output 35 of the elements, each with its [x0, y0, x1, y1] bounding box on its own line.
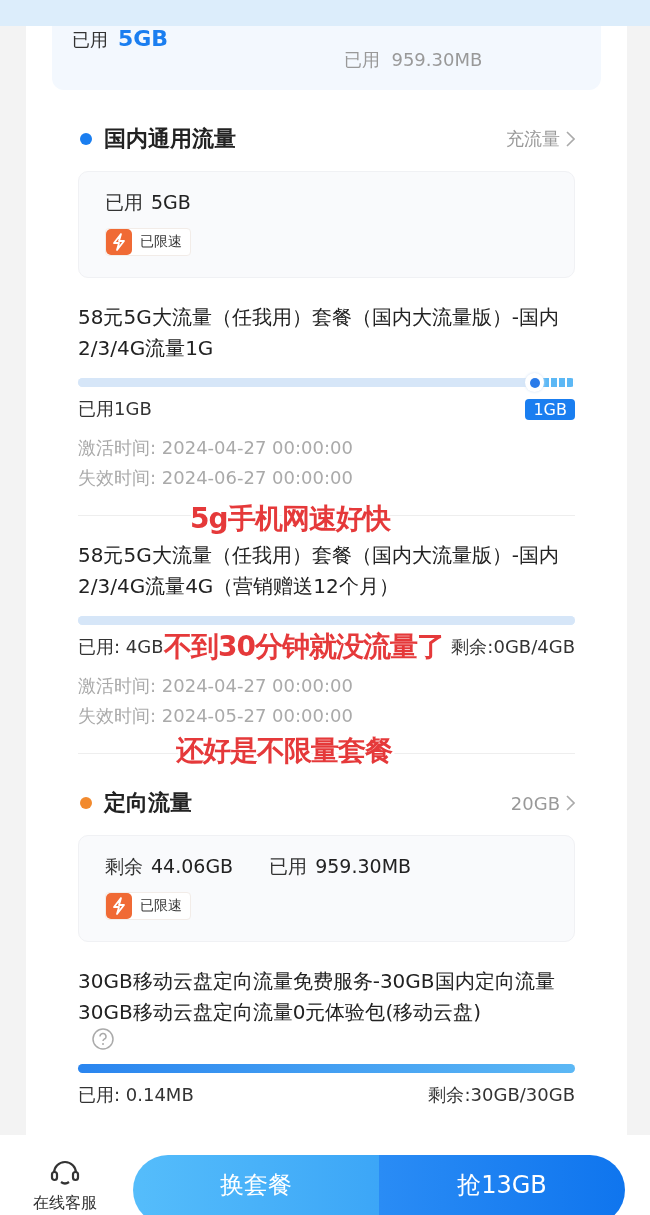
throttled-badge: 已限速 — [105, 892, 191, 920]
plan-name: 58元5G大流量（任我用）套餐（国内大流量版）-国内2/3/4G流量1G — [78, 304, 560, 362]
activation-time: 激活时间: 2024-04-27 00:00:00 — [78, 436, 354, 460]
usage-text: 已用 959.30MB — [269, 854, 412, 879]
used-text: 已用1GB — [78, 397, 152, 421]
section-title: 定向流量 — [104, 789, 193, 817]
usage-text: 剩余 44.06GB — [105, 854, 234, 879]
overlay-caption: 5g手机网速好快 — [190, 505, 390, 533]
customer-service-label[interactable]: 在线客服 — [32, 1193, 97, 1214]
section-link[interactable]: 20GB — [510, 792, 575, 814]
action-button[interactable]: 换套餐 — [133, 1155, 379, 1215]
expiry-time: 失效时间: 2024-05-27 00:00:00 — [78, 704, 354, 728]
section-link[interactable]: 充流量 — [506, 127, 575, 151]
overlay-caption: 还好是不限量套餐 — [176, 737, 392, 765]
used-text: 已用: 4GB — [78, 636, 164, 657]
remaining-tag: 1GB — [525, 398, 575, 420]
remaining-text: 剩余:0GB/4GB — [451, 635, 575, 659]
progress-marker — [525, 373, 545, 392]
activation-time: 激活时间: 2024-04-27 00:00:00 — [78, 674, 354, 698]
chevron-right-icon — [566, 131, 575, 147]
general-used-text: 已用 5GB — [72, 26, 169, 52]
plan-name: 30GB移动云盘定向流量免费服务-30GB国内定向流量30GB移动云盘定向流量0元体验包(移动云盘) — [78, 968, 556, 1026]
used-text: 已用: 0.14MB — [78, 1083, 194, 1107]
expiry-time: 失效时间: 2024-06-27 00:00:00 — [78, 466, 354, 490]
lightning-icon — [106, 893, 132, 919]
chevron-right-icon — [566, 795, 575, 811]
directional-used-text: 已用 959.30MB — [344, 48, 483, 72]
remaining-text: 剩余:30GB/30GB — [428, 1083, 575, 1107]
section-title: 国内通用流量 — [104, 125, 237, 153]
usage-text: 已用 5GB — [105, 190, 191, 215]
lightning-icon — [106, 229, 132, 255]
throttled-badge: 已限速 — [105, 228, 191, 256]
plan-name: 58元5G大流量（任我用）套餐（国内大流量版）-国内2/3/4G流量4G（营销赠送12个月） — [78, 542, 560, 600]
action-button[interactable]: 抢13GB — [379, 1155, 625, 1215]
overlay-caption: 不到30分钟就没流量了 — [164, 633, 444, 661]
